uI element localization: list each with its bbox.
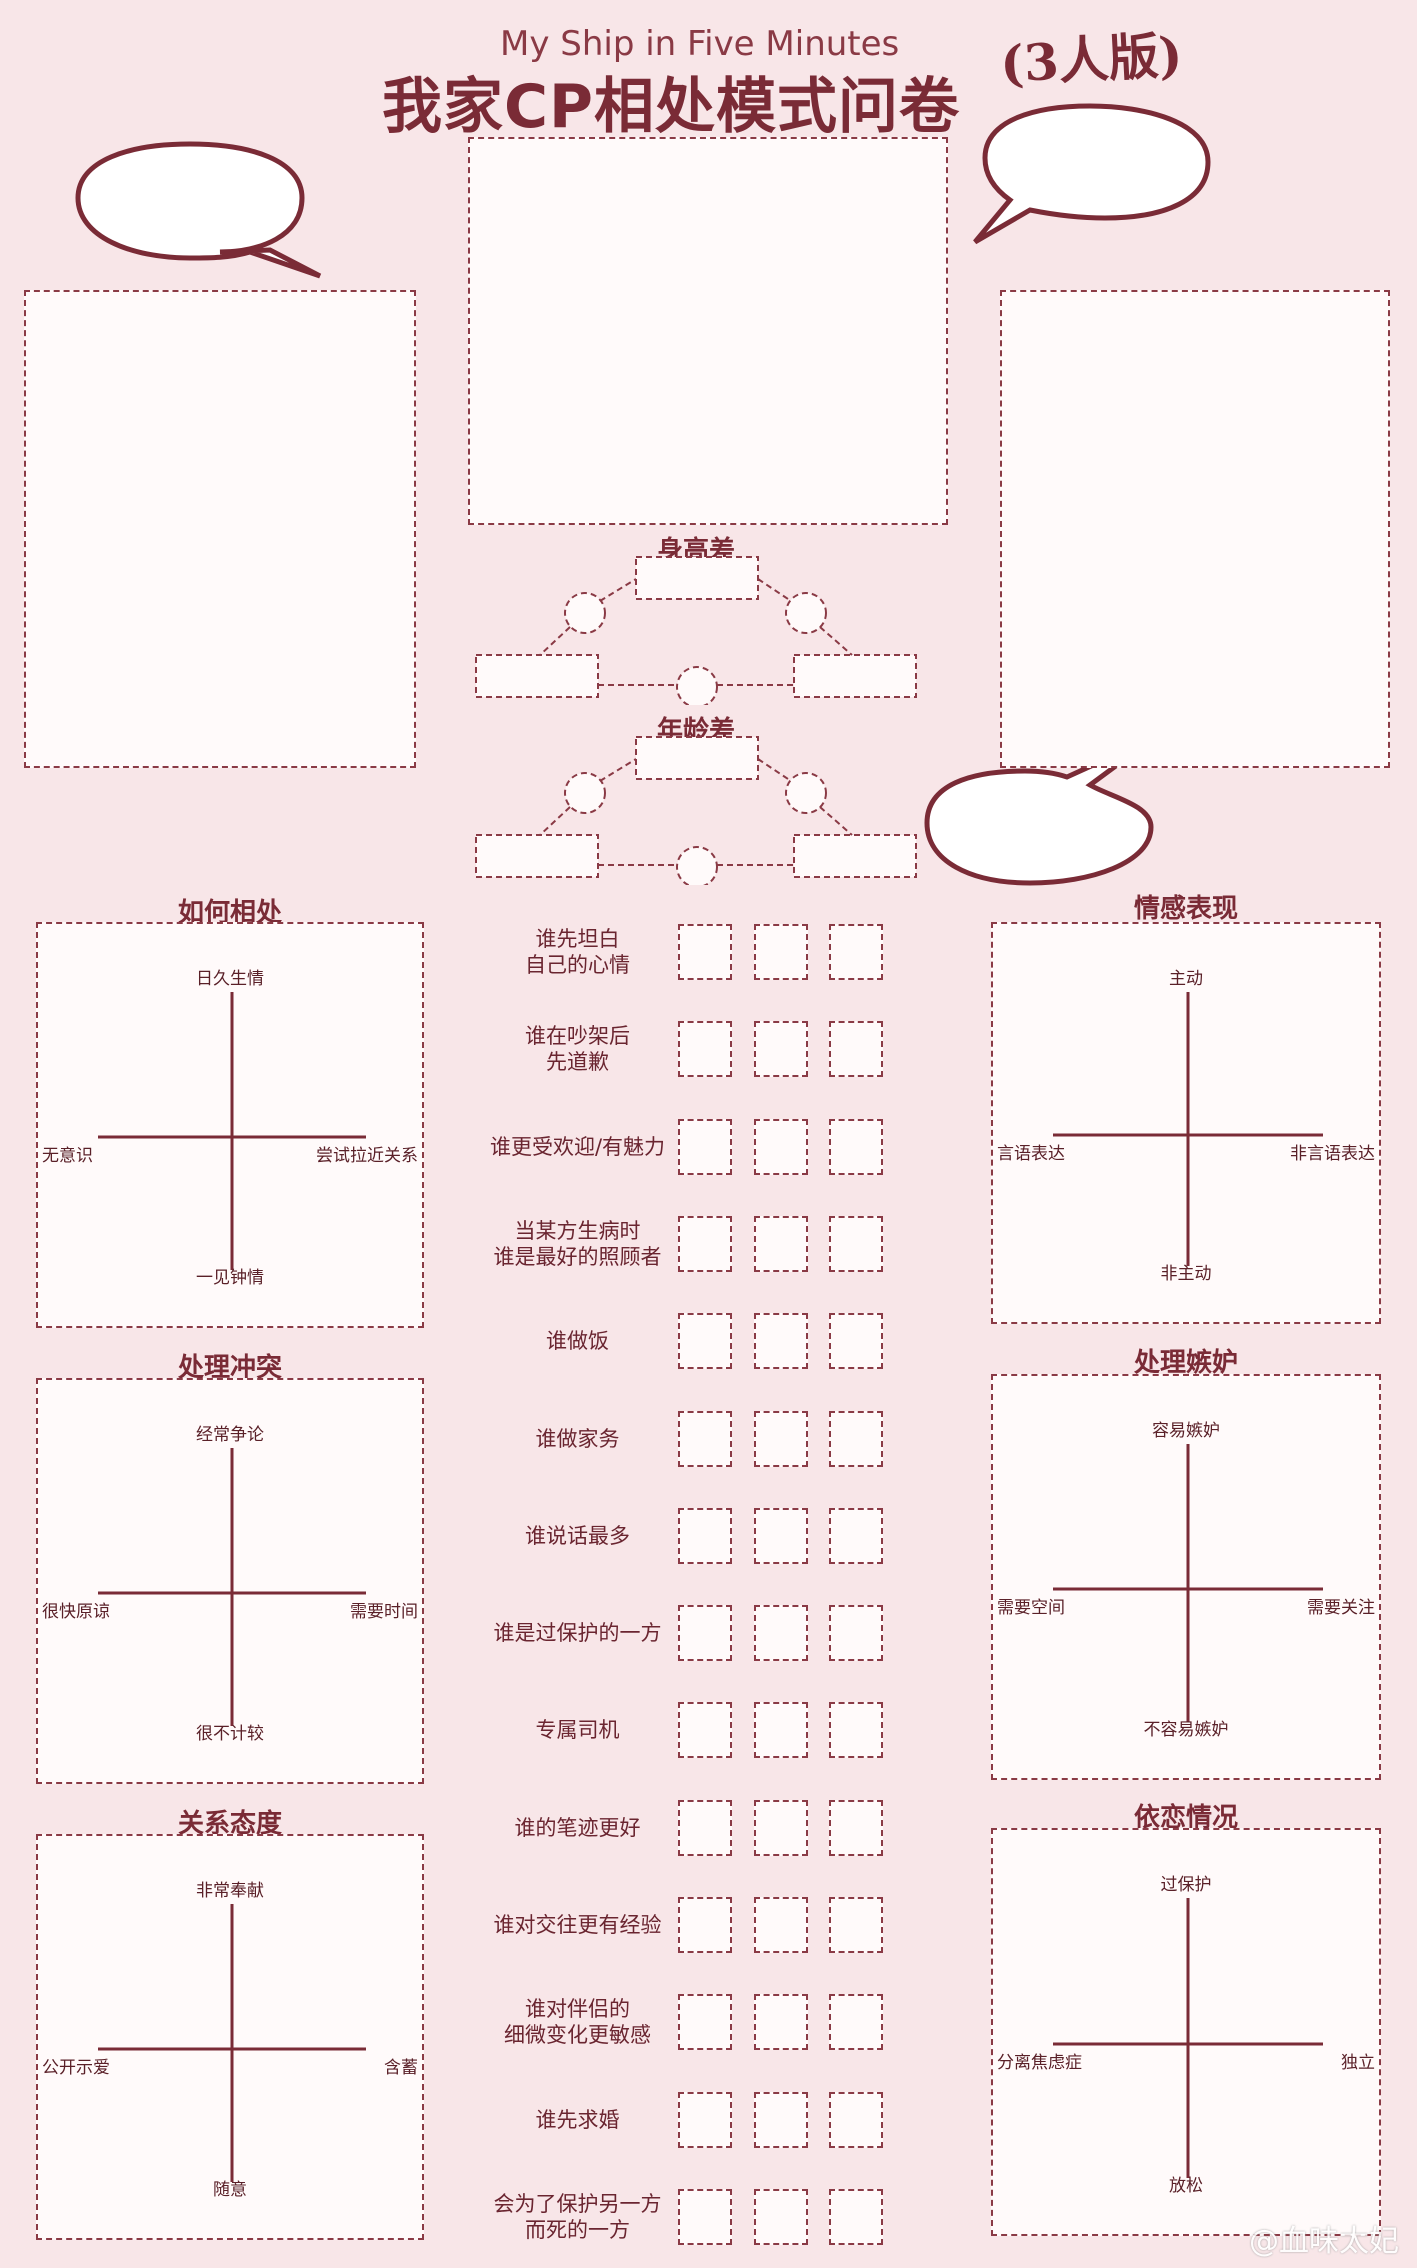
axis-label-top: 经常争论 <box>196 1425 264 1445</box>
edition-label: (3人版) <box>998 25 1184 94</box>
answer-box-3[interactable] <box>829 1410 883 1467</box>
quadrant-jealousy[interactable]: 容易嫉妒不容易嫉妒 需要空间 需要关注 <box>991 1374 1381 1780</box>
axis-label-bottom: 很不计较 <box>196 1724 264 1744</box>
answer-box-1[interactable] <box>678 1702 732 1759</box>
answer-box-1[interactable] <box>678 1410 732 1467</box>
axis-label-left: 需要空间 <box>997 1598 1065 1618</box>
answer-box-2[interactable] <box>754 1605 808 1662</box>
axis-label-bottom: 随意 <box>213 2180 247 2200</box>
answer-box-3[interactable] <box>829 1799 883 1856</box>
axis-label-right: 需要时间 <box>350 1602 418 1622</box>
axis-label-bottom: 不容易嫉妒 <box>1143 1720 1229 1740</box>
answer-box-1[interactable] <box>678 1215 732 1272</box>
axis-label-right: 独立 <box>1341 2053 1375 2073</box>
question-text: 谁说话最多 <box>525 1523 630 1548</box>
answer-box-2[interactable] <box>754 1215 808 1272</box>
answer-box-1[interactable] <box>678 1799 732 1856</box>
answer-box-1[interactable] <box>678 1994 732 2051</box>
answer-box-2[interactable] <box>754 1410 808 1467</box>
answer-box-2[interactable] <box>754 1118 808 1175</box>
answer-box-1[interactable] <box>678 1021 732 1078</box>
axis-label-right: 含蓄 <box>384 2058 418 2078</box>
question-text: 谁是过保护的一方 <box>493 1621 662 1646</box>
answer-box-2[interactable] <box>754 2091 808 2148</box>
quadrant-title-emotion: 情感表现 <box>1133 894 1238 924</box>
answer-box-3[interactable] <box>829 2188 883 2245</box>
answer-box-3[interactable] <box>829 1702 883 1759</box>
answer-box-3[interactable] <box>829 1118 883 1175</box>
answer-box-3[interactable] <box>829 1897 883 1953</box>
answer-box-1[interactable] <box>678 2091 732 2148</box>
watermark: @血味太妃 <box>1249 2224 1399 2259</box>
question-text: 谁在吵架后 先道歉 <box>525 1024 630 1075</box>
quadrant-conflict[interactable]: 经常争论很不计较 很快原谅 需要时间 <box>36 1378 424 1784</box>
answer-box-2[interactable] <box>754 1994 808 2051</box>
question-text: 谁做家务 <box>535 1426 620 1451</box>
photo-frame-left[interactable] <box>24 290 416 768</box>
axis-label-left: 无意识 <box>42 1146 93 1166</box>
axis-label-right: 需要关注 <box>1307 1598 1375 1618</box>
axis-label-left: 公开示爱 <box>42 2058 110 2078</box>
quadrant-get_along[interactable]: 日久生情一见钟情 无意识 尝试拉近关系 <box>36 922 424 1328</box>
answer-box-3[interactable] <box>829 1021 883 1078</box>
answer-box-3[interactable] <box>829 2091 883 2148</box>
answer-box-1[interactable] <box>678 1313 732 1370</box>
question-text: 谁更受欢迎/有魅力 <box>489 1134 666 1159</box>
answer-box-3[interactable] <box>829 1313 883 1370</box>
answer-box-3[interactable] <box>829 1994 883 2051</box>
answer-box-1[interactable] <box>678 1605 732 1662</box>
age-diff-diagram[interactable] <box>470 735 920 885</box>
title-chinese: 我家CP相处模式问卷 <box>382 72 961 142</box>
axis-label-right: 非言语表达 <box>1290 1144 1375 1164</box>
axis-label-bottom: 一见钟情 <box>196 1268 264 1288</box>
speech-bubble-top-left[interactable] <box>70 140 330 280</box>
axis-label-bottom: 放松 <box>1169 2176 1203 2196</box>
axis-label-top: 过保护 <box>1160 1875 1212 1895</box>
answer-box-3[interactable] <box>829 1215 883 1272</box>
answer-box-1[interactable] <box>678 2188 732 2245</box>
answer-box-2[interactable] <box>754 1507 808 1564</box>
quadrant-dependence[interactable]: 过保护放松 分离焦虑症 独立 <box>991 1828 1381 2236</box>
answer-box-1[interactable] <box>678 1897 732 1953</box>
photo-frame-right[interactable] <box>1000 290 1390 768</box>
answer-box-3[interactable] <box>829 924 883 980</box>
question-text: 当某方生病时 谁是最好的照顾者 <box>493 1218 662 1269</box>
question-text: 会为了保护另一方 而死的一方 <box>493 2191 662 2242</box>
axis-label-top: 容易嫉妒 <box>1152 1421 1220 1441</box>
axis-label-top: 日久生情 <box>196 969 264 989</box>
answer-box-3[interactable] <box>829 1605 883 1662</box>
quadrant-attitude[interactable]: 非常奉献随意 公开示爱 含蓄 <box>36 1834 424 2240</box>
quadrant-emotion[interactable]: 主动非主动 言语表达 非言语表达 <box>991 922 1381 1324</box>
answer-box-1[interactable] <box>678 1507 732 1564</box>
question-text: 谁的笔迹更好 <box>514 1815 641 1840</box>
question-text: 谁对伴侣的 细微变化更敏感 <box>504 1997 651 2048</box>
axis-label-left: 分离焦虑症 <box>997 2053 1082 2073</box>
question-text: 谁先坦白 自己的心情 <box>525 927 630 977</box>
photo-frame-center[interactable] <box>468 137 948 525</box>
speech-bubble-top-right[interactable] <box>965 100 1225 250</box>
axis-label-top: 主动 <box>1169 969 1203 989</box>
axis-label-right: 尝试拉近关系 <box>316 1146 418 1166</box>
axis-label-top: 非常奉献 <box>196 1881 264 1901</box>
axis-label-bottom: 非主动 <box>1160 1264 1212 1284</box>
answer-box-1[interactable] <box>678 1118 732 1175</box>
answer-box-2[interactable] <box>754 1897 808 1953</box>
answer-box-2[interactable] <box>754 1021 808 1078</box>
question-text: 谁先求婚 <box>535 2107 620 2132</box>
answer-box-2[interactable] <box>754 1799 808 1856</box>
question-text: 谁对交往更有经验 <box>493 1913 662 1937</box>
question-text: 谁做饭 <box>546 1329 609 1354</box>
answer-box-2[interactable] <box>754 1313 808 1370</box>
answer-box-1[interactable] <box>678 924 732 980</box>
answer-box-2[interactable] <box>754 2188 808 2245</box>
height-diff-diagram[interactable] <box>470 555 920 705</box>
answer-box-3[interactable] <box>829 1507 883 1564</box>
axis-label-left: 言语表达 <box>997 1144 1065 1164</box>
question-text: 专属司机 <box>535 1718 620 1743</box>
answer-box-2[interactable] <box>754 924 808 980</box>
answer-box-2[interactable] <box>754 1702 808 1759</box>
axis-label-left: 很快原谅 <box>42 1602 110 1622</box>
